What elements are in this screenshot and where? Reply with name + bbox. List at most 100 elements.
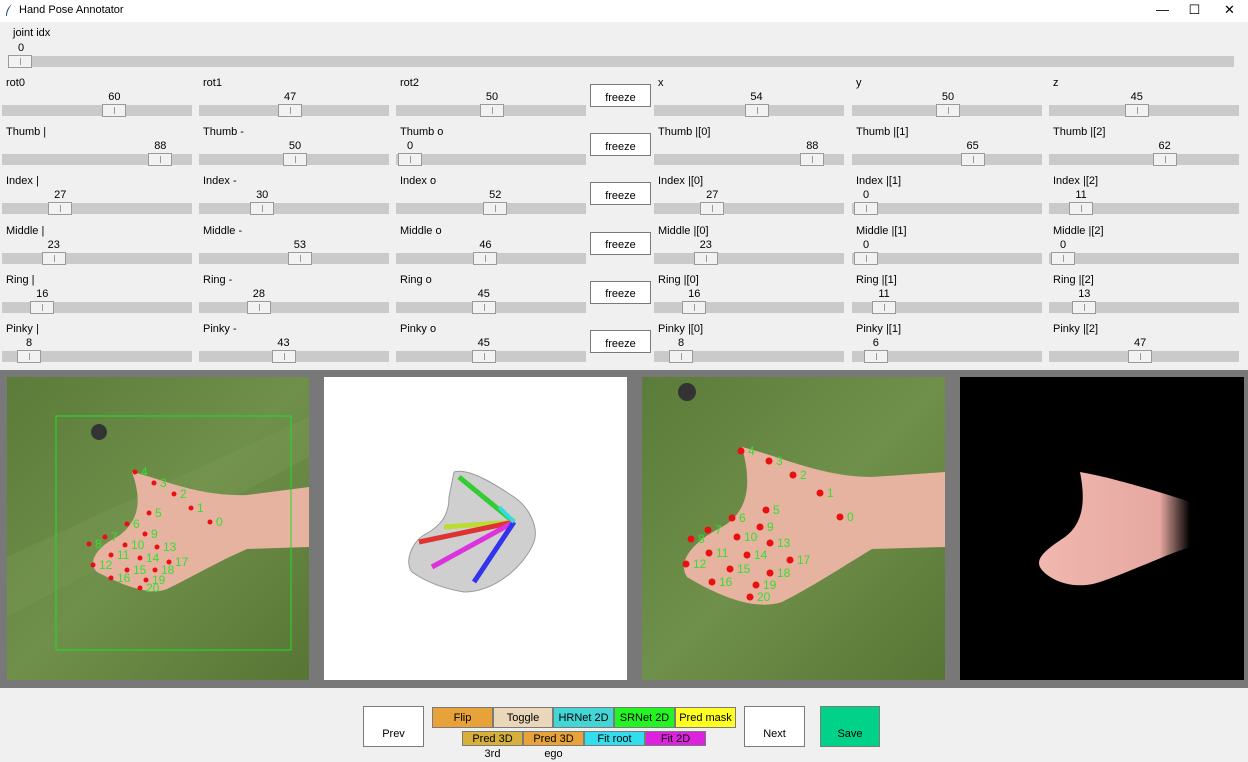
- slider-handle[interactable]: [1128, 350, 1153, 363]
- slider-handle[interactable]: [1152, 153, 1177, 167]
- keypoint-marker[interactable]: [188, 505, 194, 511]
- keypoint-marker[interactable]: [142, 531, 148, 537]
- slider-track[interactable]: [654, 104, 844, 117]
- keypoint-marker[interactable]: [108, 575, 114, 581]
- slider-handle[interactable]: [30, 300, 55, 314]
- slider-handle[interactable]: [682, 300, 707, 314]
- freeze-button[interactable]: freeze: [590, 231, 651, 255]
- freeze-button[interactable]: freeze: [590, 330, 651, 353]
- freeze-button[interactable]: freeze: [590, 133, 651, 157]
- tool-button[interactable]: Pred mask: [675, 707, 736, 728]
- slider-track[interactable]: [199, 350, 389, 363]
- slider-handle[interactable]: [1072, 300, 1097, 314]
- slider-track[interactable]: [1049, 300, 1239, 314]
- slider-handle[interactable]: [800, 153, 825, 167]
- slider-handle[interactable]: [271, 350, 296, 363]
- freeze-button[interactable]: freeze: [590, 280, 651, 304]
- keypoint-marker[interactable]: [90, 562, 96, 568]
- slider-track[interactable]: [396, 153, 586, 167]
- joint-idx-slider[interactable]: [8, 55, 1234, 68]
- freeze-button[interactable]: freeze: [590, 84, 651, 107]
- slider-handle[interactable]: [700, 202, 725, 216]
- slider-track[interactable]: [852, 300, 1042, 314]
- slider-handle[interactable]: [854, 251, 878, 265]
- keypoint-marker[interactable]: [704, 526, 712, 534]
- slider-handle[interactable]: [483, 202, 508, 216]
- slider-handle[interactable]: [148, 153, 173, 167]
- slider-handle[interactable]: [480, 104, 504, 117]
- keypoint-marker[interactable]: [733, 533, 741, 541]
- slider-track[interactable]: [2, 104, 192, 117]
- keypoint-marker[interactable]: [765, 457, 773, 465]
- keypoint-marker[interactable]: [708, 578, 716, 586]
- slider-handle[interactable]: [471, 300, 496, 314]
- slider-handle[interactable]: [287, 251, 312, 265]
- keypoint-marker[interactable]: [137, 555, 143, 561]
- mask-render-panel[interactable]: [960, 377, 1244, 680]
- keypoint-marker[interactable]: [171, 491, 177, 497]
- slider-track[interactable]: [852, 350, 1042, 363]
- keypoint-marker[interactable]: [789, 471, 797, 479]
- keypoint-marker[interactable]: [836, 513, 844, 521]
- slider-track[interactable]: [396, 202, 586, 216]
- keypoint-marker[interactable]: [124, 521, 130, 527]
- slider-track[interactable]: [654, 300, 844, 314]
- slider-track[interactable]: [852, 153, 1042, 167]
- keypoint-marker[interactable]: [743, 551, 751, 559]
- keypoint-marker[interactable]: [766, 569, 774, 577]
- slider-track[interactable]: [1049, 350, 1239, 363]
- slider-handle[interactable]: [398, 153, 422, 167]
- slider-handle[interactable]: [1124, 104, 1149, 117]
- slider-track[interactable]: [852, 202, 1042, 216]
- slider-track[interactable]: [2, 202, 192, 216]
- keypoint-marker[interactable]: [726, 565, 734, 573]
- keypoint-marker[interactable]: [746, 593, 754, 601]
- slider-track[interactable]: [852, 251, 1042, 265]
- slider-track[interactable]: [199, 251, 389, 265]
- freeze-button[interactable]: freeze: [590, 182, 651, 206]
- slider-handle[interactable]: [1051, 251, 1075, 265]
- tool-button[interactable]: SRNet 2D: [614, 707, 675, 728]
- prediction-image-panel[interactable]: 0 1 2 3 4 5 6 7 8 9 10 11 12 13 14 15 16 17 18 19 20: [642, 377, 945, 680]
- slider-handle[interactable]: [744, 104, 769, 117]
- input-image-panel[interactable]: 0 1 2 3 4 5 6 7 8 9 10 11 12 13 14 15 16 17 18 19 20: [7, 377, 309, 680]
- slider-track[interactable]: [654, 350, 844, 363]
- slider-track[interactable]: [2, 350, 192, 363]
- slider-track[interactable]: [1049, 104, 1239, 117]
- slider-handle[interactable]: [936, 104, 960, 117]
- keypoint-marker[interactable]: [786, 556, 794, 564]
- slider-handle[interactable]: [872, 300, 897, 314]
- slider-track[interactable]: [199, 153, 389, 167]
- slider-handle[interactable]: [41, 251, 66, 265]
- keypoint-marker[interactable]: [152, 567, 158, 573]
- slider-handle[interactable]: [693, 251, 718, 265]
- slider-handle[interactable]: [863, 350, 888, 363]
- slider-handle[interactable]: [471, 350, 496, 363]
- slider-track[interactable]: [199, 104, 389, 117]
- slider-track[interactable]: [654, 153, 844, 167]
- keypoint-marker[interactable]: [687, 535, 695, 543]
- slider-track[interactable]: [1049, 251, 1239, 265]
- slider-handle[interactable]: [960, 153, 985, 167]
- slider-track[interactable]: [199, 300, 389, 314]
- slider-handle[interactable]: [246, 300, 271, 314]
- slider-track[interactable]: [1049, 202, 1239, 216]
- keypoint-marker[interactable]: [132, 469, 138, 475]
- keypoint-marker[interactable]: [102, 534, 108, 540]
- keypoint-marker[interactable]: [766, 539, 774, 547]
- slider-handle[interactable]: [278, 104, 303, 117]
- slider-track[interactable]: [654, 202, 844, 216]
- prev-button[interactable]: Prev: [363, 706, 424, 747]
- slider-handle[interactable]: [250, 202, 275, 216]
- slider-track[interactable]: [2, 153, 192, 167]
- keypoint-marker[interactable]: [207, 519, 213, 525]
- slider-handle[interactable]: [17, 350, 42, 363]
- joint-idx-slider-handle[interactable]: [8, 55, 32, 68]
- keypoint-marker[interactable]: [146, 510, 152, 516]
- slider-handle[interactable]: [48, 202, 73, 216]
- keypoint-marker[interactable]: [154, 544, 160, 550]
- close-icon[interactable]: ✕: [1212, 0, 1247, 22]
- keypoint-marker[interactable]: [108, 552, 114, 558]
- next-button[interactable]: Next: [744, 706, 805, 747]
- slider-track[interactable]: [852, 104, 1042, 117]
